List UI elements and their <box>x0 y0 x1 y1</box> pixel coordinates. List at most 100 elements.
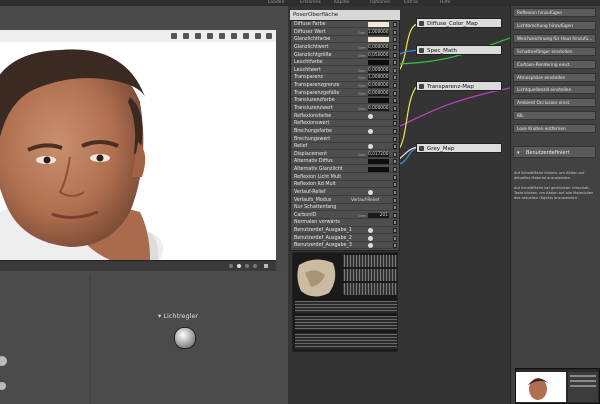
parameter-value[interactable]: 0,017200 <box>368 151 389 157</box>
parameter-row[interactable]: Benutzerdef_Ausgabe_2 <box>291 235 399 242</box>
node-collapse-icon[interactable] <box>419 48 424 53</box>
camera-icon[interactable] <box>171 33 177 39</box>
view-menu-icon[interactable] <box>264 264 268 268</box>
input-pin-icon[interactable] <box>393 205 397 211</box>
node-collapse-icon[interactable] <box>419 84 424 89</box>
view-dot-4[interactable] <box>253 264 257 268</box>
parameter-row[interactable]: Benutzerdef_Ausgabe_3 <box>291 242 399 250</box>
wacro-button[interactable]: Lichtquellenzill einstellen <box>513 85 596 95</box>
parameter-row[interactable]: Transparenz Grm 1,000000 <box>291 74 399 82</box>
input-pin-icon[interactable] <box>393 128 397 134</box>
input-pin-icon[interactable] <box>393 151 397 157</box>
parameter-row[interactable]: Leuchtfarbe <box>291 59 399 67</box>
node-collapse-icon[interactable] <box>419 146 424 151</box>
parameter-row[interactable]: Reflexionsfarbe <box>291 113 399 120</box>
parameter-knob[interactable] <box>368 243 373 249</box>
view-dot-1[interactable] <box>229 264 233 268</box>
node-title[interactable]: PoserOberfläche <box>290 10 400 20</box>
wireframe-icon[interactable] <box>195 33 201 39</box>
input-pin-icon[interactable] <box>393 167 397 173</box>
input-pin-icon[interactable] <box>393 159 397 165</box>
input-pin-icon[interactable] <box>393 220 397 226</box>
grid-icon[interactable] <box>183 33 189 39</box>
parameter-row[interactable]: Normalen vorwärts <box>291 219 399 227</box>
input-pin-icon[interactable] <box>393 75 397 81</box>
input-pin-icon[interactable] <box>393 228 397 234</box>
wacro-button[interactable]: Weichzeichnung für Haut hinzufü... <box>513 33 596 43</box>
wacro-button[interactable]: Ambient Occlusion einst. <box>513 98 596 108</box>
map-node[interactable]: Diffuse_Color_Map <box>416 18 502 28</box>
parameter-row[interactable]: Benutzerdef_Ausgabe_1 <box>291 227 399 235</box>
color-swatch[interactable] <box>368 22 389 27</box>
view-dot-2[interactable] <box>237 264 241 268</box>
parameter-row[interactable]: Relief <box>291 143 399 151</box>
color-swatch[interactable] <box>368 98 389 104</box>
parameter-value[interactable]: 0,050000 <box>368 52 389 58</box>
parameter-value[interactable]: 1,000000 <box>368 75 389 81</box>
parameter-dropdown[interactable]: Verlauf-Relief <box>351 198 389 203</box>
parameter-row[interactable]: Alternativ Glanzlicht <box>291 166 399 174</box>
input-pin-icon[interactable] <box>393 243 397 249</box>
parameter-row[interactable]: Diffuse Farbe <box>291 21 399 29</box>
parameter-value[interactable]: 0,000000 <box>368 44 389 50</box>
wacro-button[interactable]: Schattenfänger einstellen <box>513 46 596 56</box>
map-node[interactable]: Spec_Math <box>416 45 502 55</box>
input-pin-icon[interactable] <box>393 121 397 127</box>
parameter-row[interactable]: Reflexionswert <box>291 120 399 128</box>
input-pin-icon[interactable] <box>393 22 397 27</box>
color-swatch[interactable] <box>368 159 389 165</box>
parameter-value[interactable]: 1,000000 <box>368 29 389 35</box>
parameter-row[interactable]: Glanzlichtgröße Grm 0,050000 <box>291 52 399 59</box>
wacro-button[interactable]: Atmosphäre einstellen <box>513 72 596 82</box>
parameter-row[interactable]: Transparenzgefälle Grm 0,000000 <box>291 90 399 97</box>
render-icon[interactable] <box>243 33 249 39</box>
input-pin-icon[interactable] <box>393 37 397 43</box>
expand-icon[interactable] <box>266 33 272 39</box>
input-pin-icon[interactable] <box>393 105 397 111</box>
light-control-knob[interactable] <box>174 327 196 349</box>
wacro-button[interactable]: Lose Knoten entfernen <box>513 124 596 134</box>
parameter-value[interactable]: 201 <box>368 212 389 218</box>
color-swatch[interactable] <box>368 167 389 173</box>
input-pin-icon[interactable] <box>393 197 397 203</box>
parameter-row[interactable]: Transluzenzwert Grm 0,000000 <box>291 105 399 113</box>
input-pin-icon[interactable] <box>393 174 397 180</box>
input-pin-icon[interactable] <box>393 182 397 188</box>
wacro-button[interactable]: IBL <box>513 111 596 121</box>
parameter-row[interactable]: Brechungsfarbe <box>291 128 399 135</box>
parameter-knob[interactable] <box>368 113 373 119</box>
input-pin-icon[interactable] <box>393 235 397 241</box>
parameter-row[interactable]: Glanzlichtfarbe <box>291 36 399 44</box>
input-pin-icon[interactable] <box>393 98 397 104</box>
settings-icon[interactable] <box>255 33 261 39</box>
parameter-row[interactable]: Reflexion Licht Mult <box>291 174 399 181</box>
input-pin-icon[interactable] <box>393 113 397 119</box>
parameter-row[interactable]: Diffuser Wert Grm 1,000000 <box>291 29 399 36</box>
parameter-row[interactable]: Brechungswert <box>291 136 399 143</box>
parameter-row[interactable]: Verlauf-Relief <box>291 189 399 197</box>
view-dot-3[interactable] <box>245 264 249 268</box>
texture-icon[interactable] <box>219 33 225 39</box>
input-pin-icon[interactable] <box>393 90 397 96</box>
parameter-knob[interactable] <box>368 144 373 150</box>
parameter-row[interactable]: Nur Schattenfang <box>291 204 399 212</box>
parameter-knob[interactable] <box>368 128 373 134</box>
parameter-value[interactable]: 0,000000 <box>368 90 389 96</box>
node-collapse-icon[interactable] <box>419 21 424 26</box>
input-pin-icon[interactable] <box>393 189 397 195</box>
parameter-row[interactable]: CarbonID Grm 201 <box>291 212 399 219</box>
parameter-knob[interactable] <box>368 228 373 234</box>
parameter-row[interactable]: Transluzenzfarbe <box>291 97 399 105</box>
render-preview[interactable] <box>0 42 276 260</box>
map-node[interactable]: Grey_Map <box>416 143 502 153</box>
parameter-value[interactable]: 0,000000 <box>368 105 389 111</box>
benutzerdefiniert-button[interactable]: ▾ Benutzerdefiniert <box>513 146 596 158</box>
parameter-row[interactable]: Glanzlichtwert Grm 0,000000 <box>291 44 399 51</box>
input-pin-icon[interactable] <box>393 67 397 73</box>
color-swatch[interactable] <box>368 60 389 66</box>
input-pin-icon[interactable] <box>393 29 397 35</box>
parameter-value[interactable]: 0,000000 <box>368 67 389 73</box>
parameter-value[interactable]: 0,000000 <box>368 83 389 89</box>
parameter-knob[interactable] <box>368 189 373 195</box>
wacro-button[interactable]: Cartoon-Rendering einst. <box>513 59 596 69</box>
